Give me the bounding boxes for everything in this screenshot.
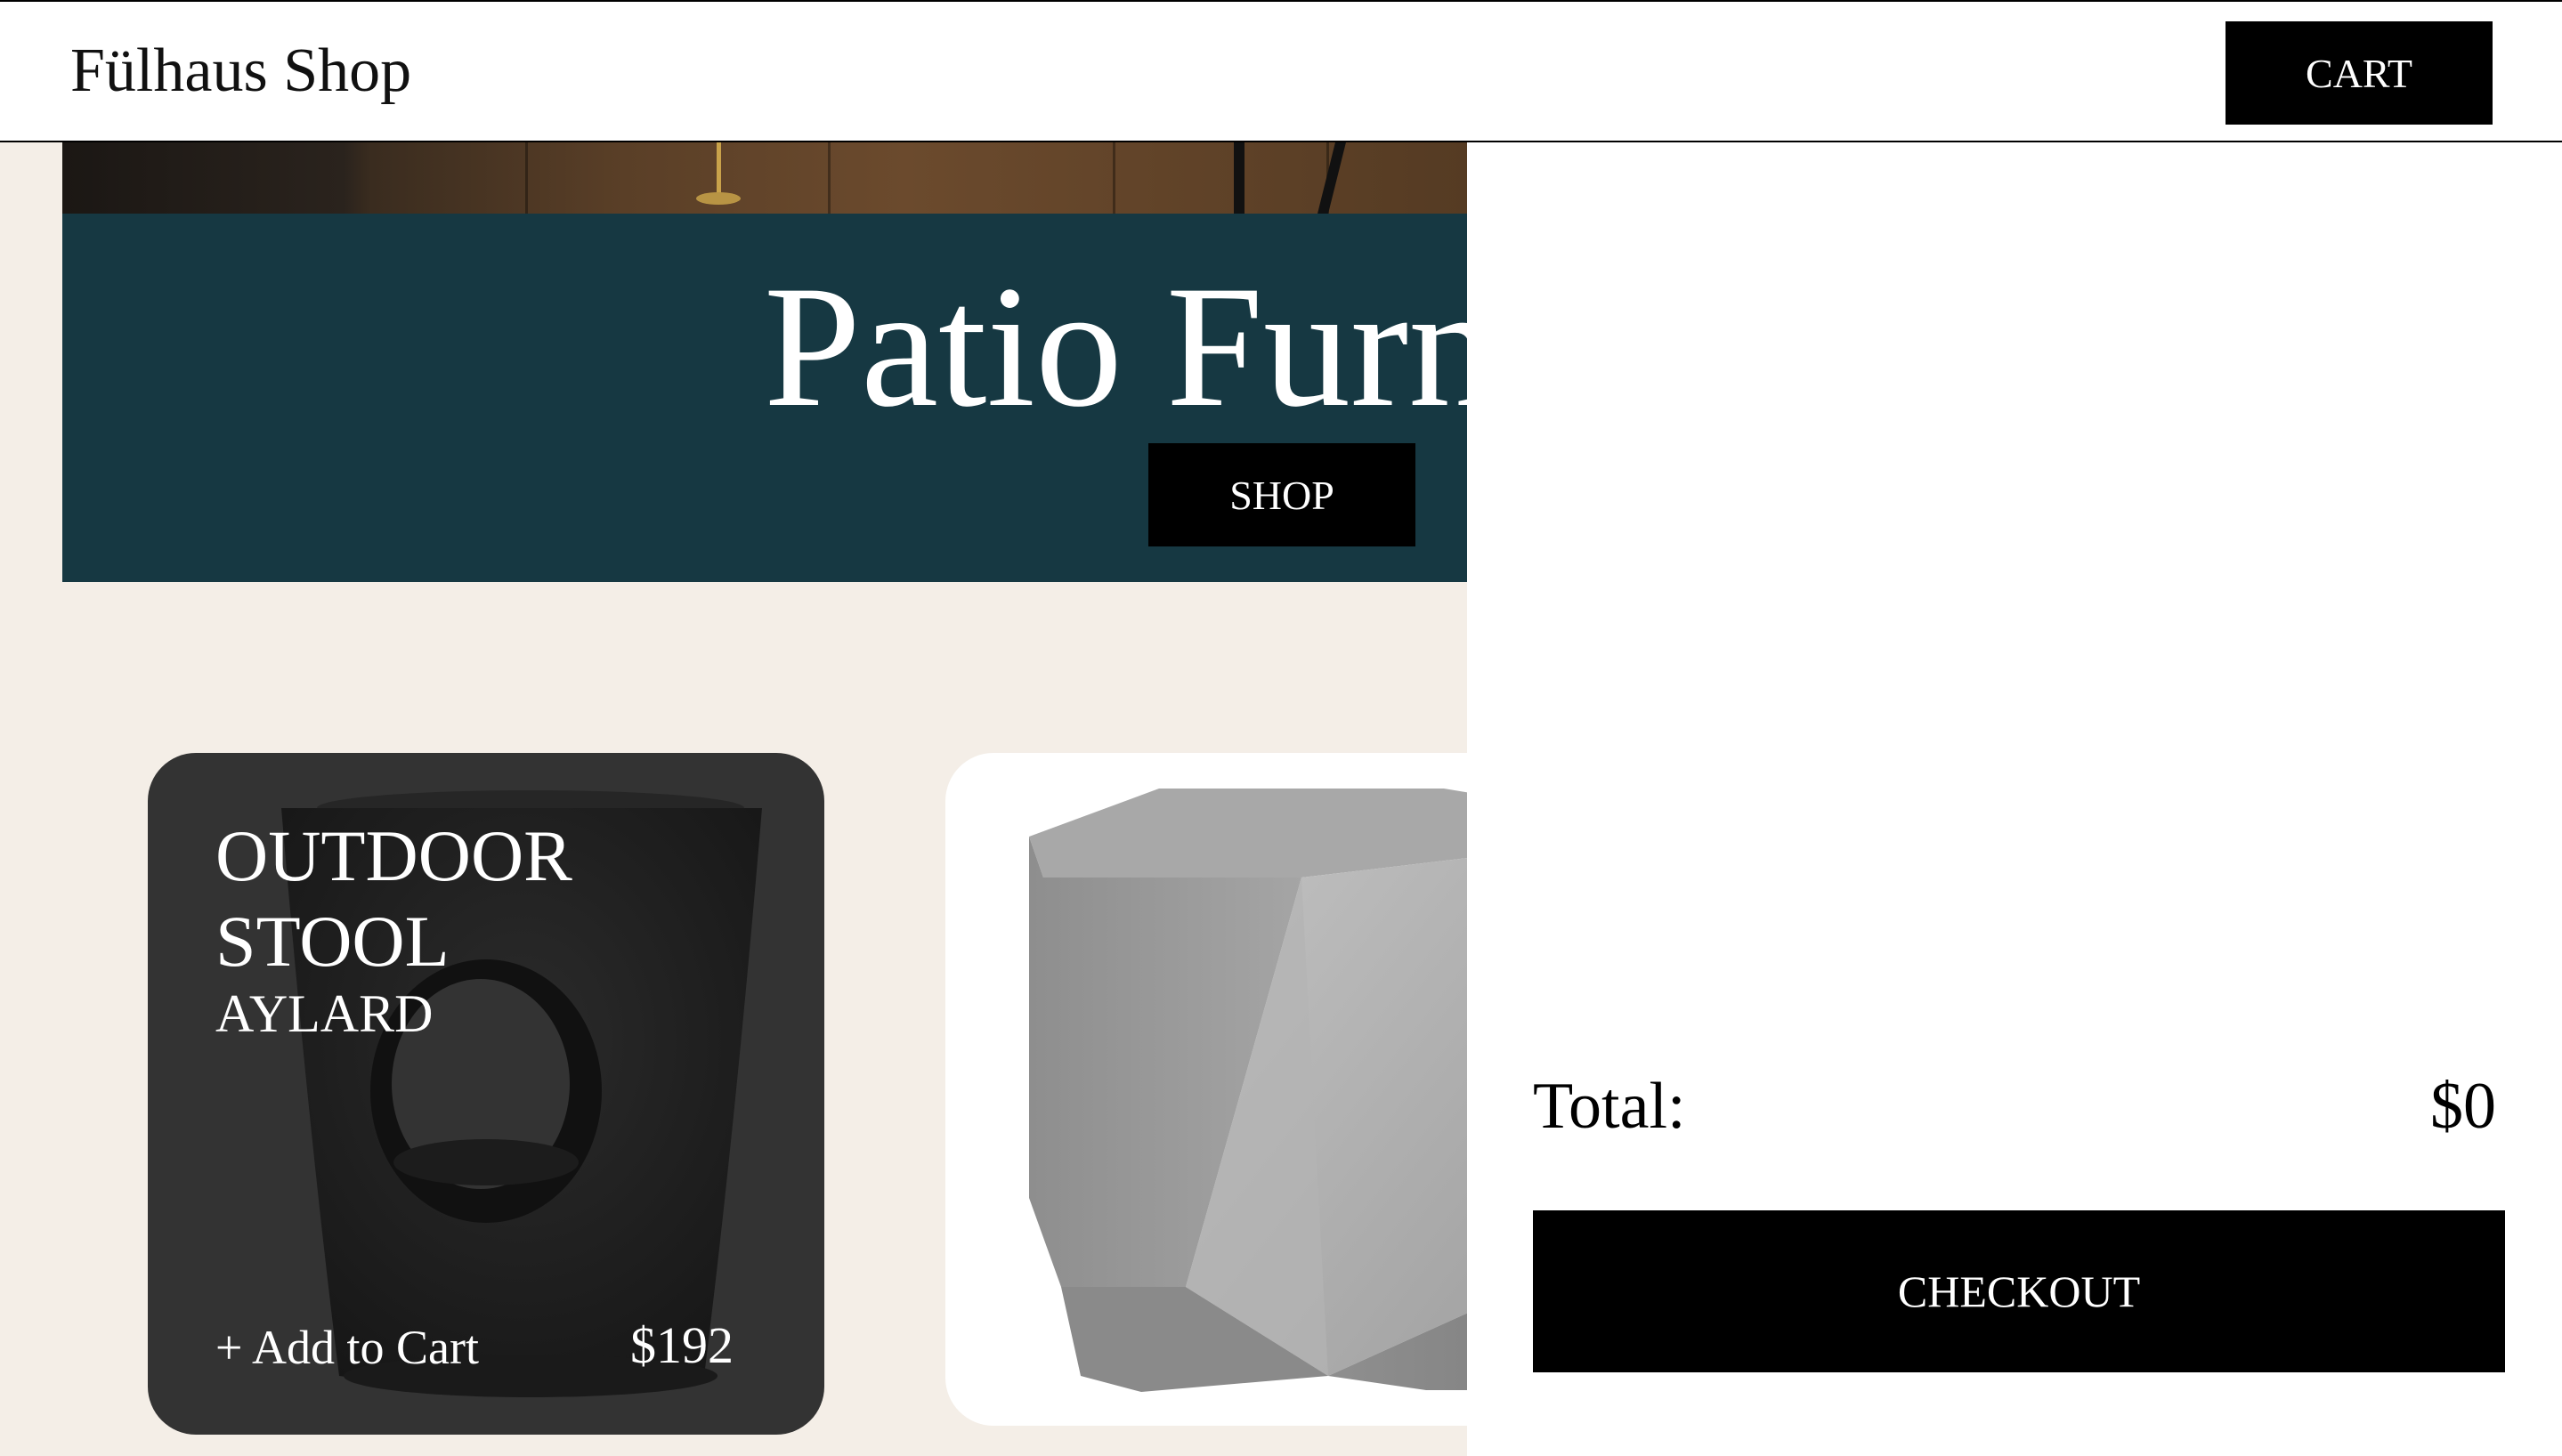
product-title: OUTDOOR STOOL [215, 815, 572, 982]
cart-total-label: Total: [1533, 1070, 1686, 1143]
shop-button[interactable]: SHOP [1148, 443, 1415, 546]
checkout-button[interactable]: CHECKOUT [1533, 1210, 2505, 1372]
cart-total-value: $0 [2430, 1070, 2496, 1143]
hero-banner: Patio Furn SHOP [62, 214, 1467, 582]
product-subtitle: AYLARD [215, 984, 434, 1043]
brand-logo[interactable]: Fülhaus Shop [70, 36, 411, 107]
cart-button[interactable]: CART [2226, 21, 2493, 125]
hero-image [62, 142, 1467, 214]
top-navbar: Fülhaus Shop CART [0, 0, 2562, 142]
cart-drawer: Total: $0 CHECKOUT [1467, 142, 2562, 1456]
product-price: $192 [630, 1316, 734, 1374]
product-card[interactable]: OUTDOOR STOOL AYLARD + Add to Cart $192 [148, 753, 824, 1435]
add-to-cart-button[interactable]: + Add to Cart [215, 1319, 479, 1376]
hero-title: Patio Furn [764, 250, 1467, 443]
